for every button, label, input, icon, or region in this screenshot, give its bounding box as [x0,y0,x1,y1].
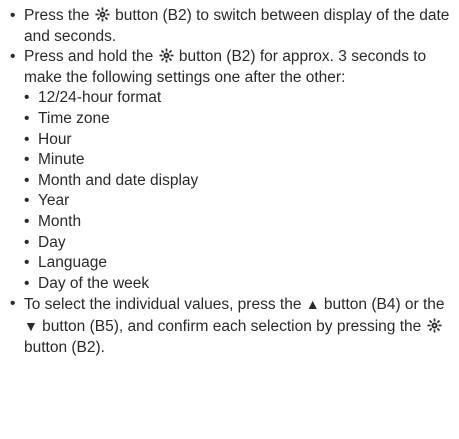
instruction-text-part1: To select the individual values, press t… [24,296,302,314]
instruction-text-part2: button (B4) or the [323,296,445,314]
settings-list-item: Year [24,191,455,212]
instruction-text-pre: Press and hold the [24,48,154,66]
instruction-item-press-hold: Press and hold the button (B2) for appro… [10,47,455,294]
settings-list-item: Month and date display [24,171,455,192]
up-triangle-icon: ▲ [305,296,320,313]
settings-list-item: Language [24,253,455,274]
instruction-item-display-toggle: Press the button (B2) to switch between … [10,6,455,47]
settings-list-item: Day [24,233,455,254]
instruction-text-part4: button (B2). [24,338,105,356]
down-triangle-icon: ▼ [24,317,38,334]
gear-sun-icon [427,318,442,333]
instruction-text-pre: Press the [24,7,90,24]
gear-sun-icon [159,48,174,63]
settings-list-item: Day of the week [24,274,455,295]
gear-sun-icon [95,7,110,22]
instruction-list: Press the button (B2) to switch between … [10,6,455,358]
settings-list: 12/24-hour format Time zone Hour Minute … [24,88,455,294]
settings-list-item: 12/24-hour format [24,88,455,109]
settings-list-item: Minute [24,150,455,171]
instruction-text-part3: button (B5), and confirm each selection … [42,317,422,335]
settings-list-item: Hour [24,130,455,151]
settings-list-item: Time zone [24,109,455,130]
instruction-item-select-values: To select the individual values, press t… [10,294,455,358]
settings-list-item: Month [24,212,455,233]
instructions-block: Press the button (B2) to switch between … [10,6,455,358]
